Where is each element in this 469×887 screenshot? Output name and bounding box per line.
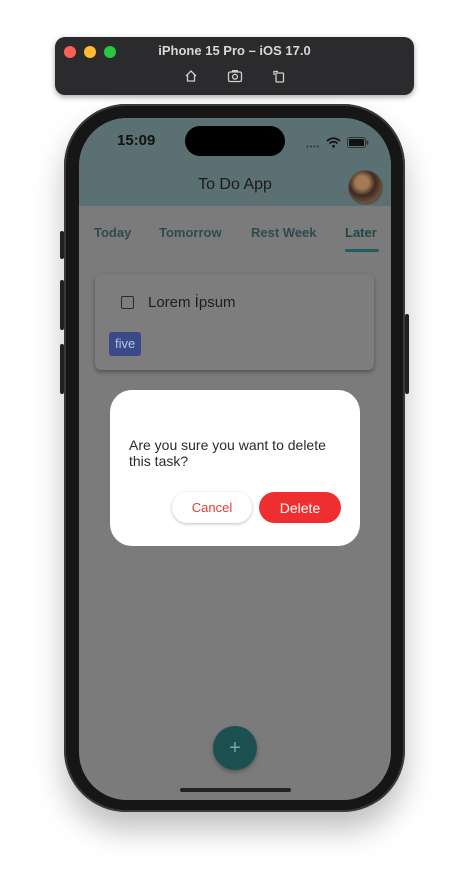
plus-icon: + <box>229 736 241 759</box>
active-tab-indicator <box>345 249 379 252</box>
home-icon[interactable] <box>183 68 199 84</box>
add-task-button[interactable]: + <box>213 726 257 770</box>
app-title: To Do App <box>198 176 272 193</box>
volume-down-button <box>60 344 64 394</box>
action-button <box>60 231 64 259</box>
simulator-title: iPhone 15 Pro – iOS 17.0 <box>158 43 311 58</box>
cancel-button[interactable]: Cancel <box>172 492 252 523</box>
cellular-signal-icon <box>306 135 320 153</box>
status-bar: 15:09 <box>79 118 391 168</box>
screenshot-icon[interactable] <box>227 68 243 84</box>
task-checkbox[interactable] <box>121 296 134 309</box>
dynamic-island <box>185 126 285 156</box>
rotate-icon[interactable] <box>271 68 287 84</box>
simulator-toolbar: iPhone 15 Pro – iOS 17.0 <box>55 37 414 95</box>
volume-up-button <box>60 280 64 330</box>
tab-later[interactable]: Later <box>345 225 377 240</box>
tab-tomorrow[interactable]: Tomorrow <box>159 225 222 240</box>
delete-button[interactable]: Delete <box>259 492 341 523</box>
task-title: Lorem İpsum <box>148 294 236 311</box>
task-tag: five <box>109 332 142 356</box>
avatar[interactable] <box>348 170 383 205</box>
tab-today[interactable]: Today <box>94 225 131 240</box>
delete-confirmation-dialog: Are you sure you want to delete this tas… <box>110 390 360 546</box>
dialog-message: Are you sure you want to delete this tas… <box>129 437 326 469</box>
home-indicator <box>180 788 291 792</box>
battery-icon <box>347 135 369 153</box>
tab-bar: Today Tomorrow Rest Week Later <box>79 206 391 254</box>
status-time: 15:09 <box>117 132 156 149</box>
tab-rest-week[interactable]: Rest Week <box>251 225 317 240</box>
phone-screen: To Do App 15:09 Today Tomorrow Rest Week… <box>79 118 391 800</box>
power-button <box>405 314 409 394</box>
wifi-icon <box>326 135 341 153</box>
task-card[interactable]: Lorem İpsum five <box>95 274 374 370</box>
